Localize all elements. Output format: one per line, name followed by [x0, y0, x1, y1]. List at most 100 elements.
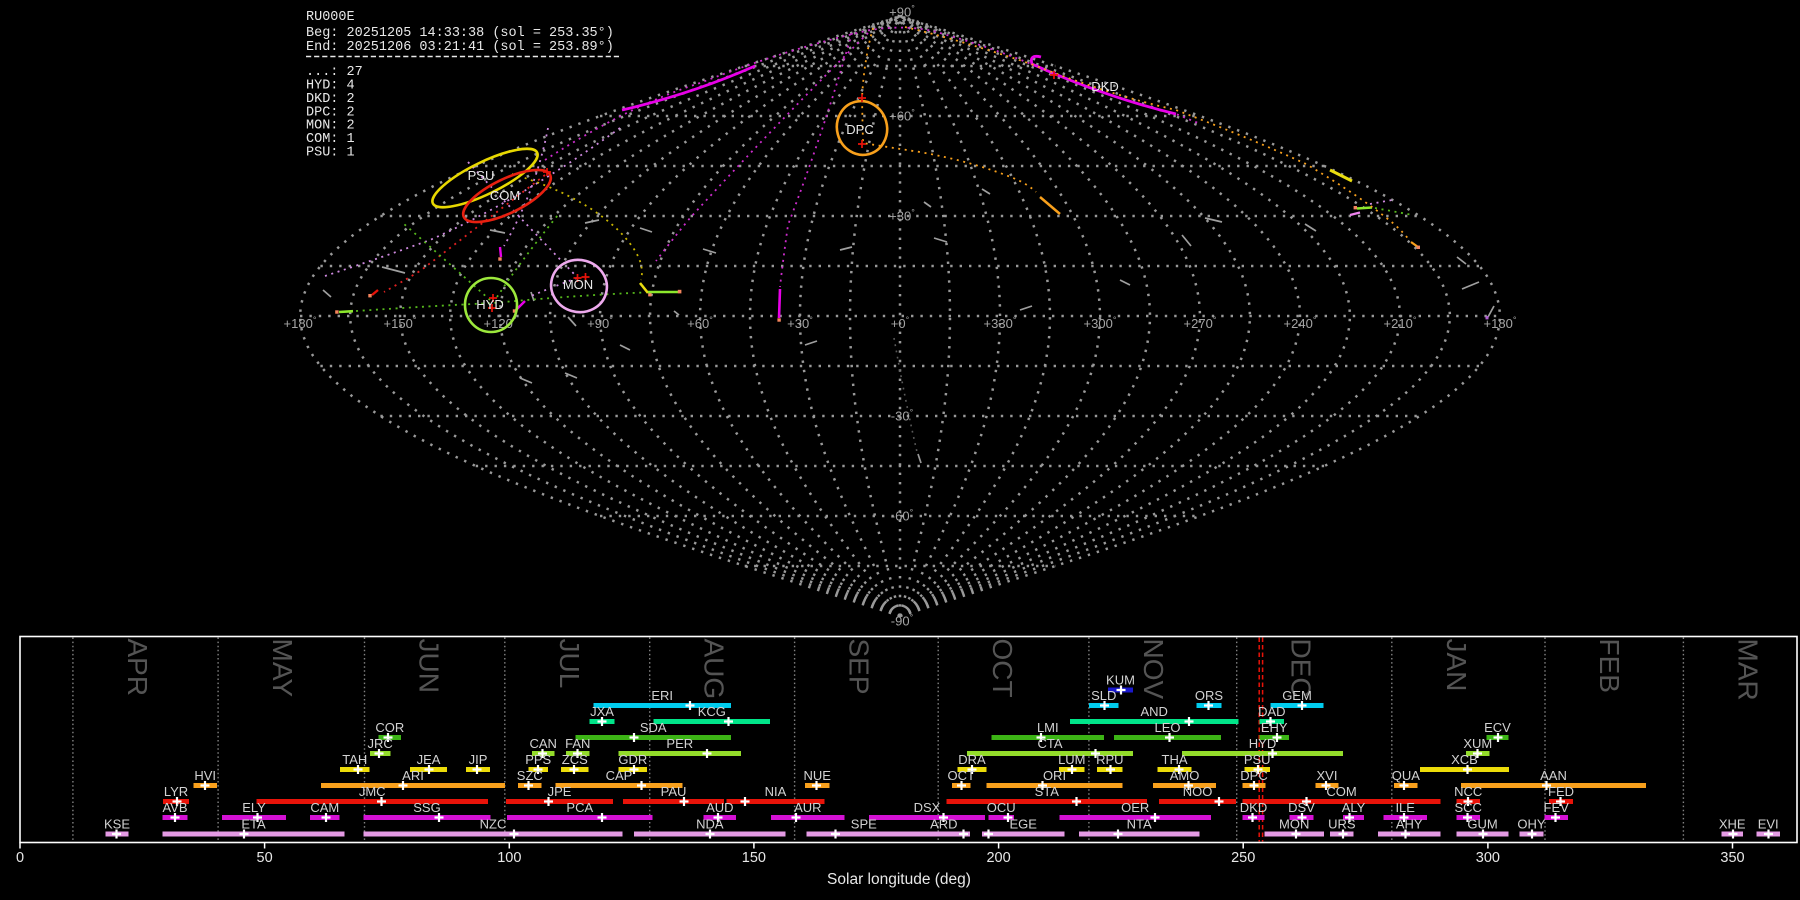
svg-text:200: 200: [986, 850, 1010, 866]
svg-text:OCT: OCT: [947, 768, 975, 783]
svg-text:LMI: LMI: [1037, 720, 1059, 735]
svg-text:OCU: OCU: [987, 800, 1016, 815]
svg-text:OCT: OCT: [987, 639, 1018, 698]
svg-text:ERI: ERI: [651, 688, 673, 703]
svg-text:EVI: EVI: [1758, 817, 1779, 832]
svg-text:XHE: XHE: [1719, 817, 1746, 832]
svg-text:PPS: PPS: [525, 752, 551, 767]
svg-text:XVI: XVI: [1317, 768, 1338, 783]
svg-text:JPE: JPE: [548, 784, 572, 799]
svg-text:350: 350: [1720, 850, 1744, 866]
svg-text:RU000E: RU000E: [306, 10, 355, 25]
svg-text:+300°: +300°: [1084, 315, 1117, 331]
svg-text:SDA: SDA: [640, 720, 667, 735]
svg-text:RPU: RPU: [1096, 752, 1123, 767]
svg-text:MON: MON: [563, 277, 593, 292]
svg-text:NCC: NCC: [1454, 784, 1482, 799]
svg-text:ZCS: ZCS: [562, 752, 588, 767]
svg-text:PER: PER: [666, 736, 693, 751]
svg-text:JUL: JUL: [554, 639, 585, 689]
svg-text:JXA: JXA: [590, 704, 614, 719]
svg-text:DKD: DKD: [1091, 79, 1118, 94]
svg-text:DPC: DPC: [846, 122, 873, 137]
svg-text:Beg: 20251205 14:33:38 (sol =: Beg: 20251205 14:33:38 (sol = 253.35°): [306, 26, 614, 41]
svg-text:NUE: NUE: [803, 768, 831, 783]
svg-text:STA: STA: [1035, 784, 1060, 799]
svg-text:PSU: PSU: [468, 168, 495, 183]
svg-text:ALY: ALY: [1342, 800, 1366, 815]
svg-text:SEP: SEP: [844, 639, 875, 695]
svg-text:ARI: ARI: [402, 768, 424, 783]
svg-text:CAM: CAM: [310, 800, 339, 815]
svg-text:PSU: 1: PSU: 1: [306, 145, 355, 160]
svg-text:JMC: JMC: [359, 784, 386, 799]
svg-text:LYR: LYR: [164, 784, 188, 799]
svg-text:ETA: ETA: [241, 817, 266, 832]
svg-text:APR: APR: [122, 639, 153, 697]
svg-text:GEM: GEM: [1282, 688, 1312, 703]
svg-text:XCB: XCB: [1451, 752, 1478, 767]
svg-text:MAR: MAR: [1732, 639, 1763, 701]
svg-text:AMO: AMO: [1170, 768, 1200, 783]
svg-text:AAN: AAN: [1540, 768, 1567, 783]
svg-text:DAD: DAD: [1258, 704, 1285, 719]
svg-text:AVB: AVB: [162, 800, 187, 815]
svg-text:0: 0: [16, 850, 24, 866]
svg-text:AUD: AUD: [706, 800, 733, 815]
svg-text:JAN: JAN: [1441, 639, 1472, 692]
svg-text:+240°: +240°: [1284, 315, 1317, 331]
svg-text:CTA: CTA: [1037, 736, 1062, 751]
svg-text:XUM: XUM: [1463, 736, 1492, 751]
svg-text:SLD: SLD: [1091, 688, 1116, 703]
svg-text:ARD: ARD: [930, 817, 957, 832]
svg-text:SPE: SPE: [851, 817, 877, 832]
svg-text:HYD: HYD: [1249, 736, 1276, 751]
svg-text:SSG: SSG: [413, 800, 440, 815]
svg-text:SZC: SZC: [517, 768, 543, 783]
svg-text:JRC: JRC: [368, 736, 393, 751]
svg-text:LEO: LEO: [1154, 720, 1180, 735]
svg-text:ORS: ORS: [1195, 688, 1224, 703]
svg-text:GUM: GUM: [1467, 817, 1497, 832]
svg-text:PAU: PAU: [661, 784, 687, 799]
svg-text:HYD: HYD: [476, 297, 503, 312]
svg-text:+150°: +150°: [384, 315, 417, 331]
svg-text:NOO: NOO: [1183, 784, 1213, 799]
svg-text:DRA: DRA: [958, 752, 986, 767]
svg-text:JEA: JEA: [417, 752, 441, 767]
svg-text:End: 20251206 03:21:41 (sol =: End: 20251206 03:21:41 (sol = 253.89°): [306, 40, 614, 55]
svg-text:SCC: SCC: [1454, 800, 1481, 815]
svg-text:COM: COM: [1326, 784, 1356, 799]
svg-text:Solar longitude (deg): Solar longitude (deg): [827, 871, 971, 888]
svg-text:NTA: NTA: [1127, 817, 1152, 832]
svg-text:+180°: +180°: [284, 315, 317, 331]
svg-text:ECV: ECV: [1484, 720, 1511, 735]
svg-text:THA: THA: [1162, 752, 1188, 767]
svg-text:NDA: NDA: [696, 817, 724, 832]
svg-text:AUR: AUR: [794, 800, 821, 815]
svg-text:250: 250: [1231, 850, 1255, 866]
svg-text:QUA: QUA: [1392, 768, 1421, 783]
svg-text:AND: AND: [1140, 704, 1167, 719]
svg-text:50: 50: [257, 850, 273, 866]
svg-text:100: 100: [497, 850, 521, 866]
svg-text:OHY: OHY: [1517, 817, 1546, 832]
svg-text:ILE: ILE: [1395, 800, 1415, 815]
svg-text:300: 300: [1476, 850, 1500, 866]
svg-text:+180°: +180°: [1484, 315, 1517, 331]
svg-text:+270°: +270°: [1184, 315, 1217, 331]
svg-text:DPC: DPC: [1240, 768, 1267, 783]
svg-text:TAH: TAH: [342, 752, 367, 767]
svg-text:DSV: DSV: [1288, 800, 1315, 815]
svg-text:FEV: FEV: [1544, 800, 1570, 815]
svg-text:CAP: CAP: [606, 768, 633, 783]
svg-text:NZC: NZC: [480, 817, 507, 832]
svg-text:HVI: HVI: [194, 768, 216, 783]
svg-text:JIP: JIP: [469, 752, 488, 767]
svg-text:COR: COR: [375, 720, 404, 735]
svg-text:EHY: EHY: [1261, 720, 1288, 735]
svg-text:+330°: +330°: [984, 315, 1017, 331]
svg-text:PCA: PCA: [566, 800, 593, 815]
svg-text:ORI: ORI: [1043, 768, 1066, 783]
svg-text:FED: FED: [1548, 784, 1574, 799]
